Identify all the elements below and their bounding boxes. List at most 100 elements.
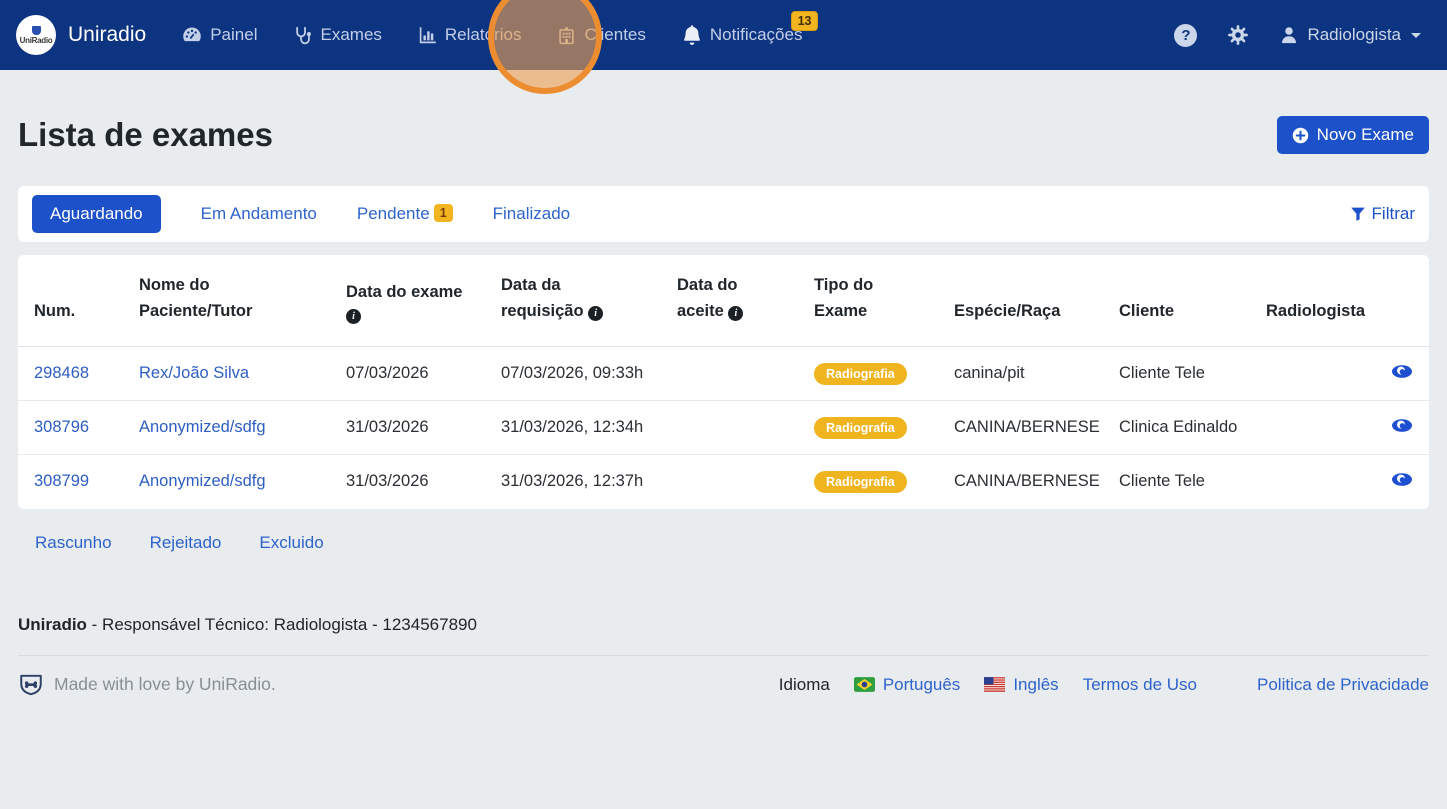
request-date-cell: 07/03/2026, 09:33h [485,347,661,401]
logo-text: UniRadio [20,36,53,45]
radiologist-cell [1250,455,1375,509]
request-date-cell: 31/03/2026, 12:37h [485,455,661,509]
pendente-count-badge: 1 [434,204,453,222]
col-exam-type: Tipo do Exame [798,255,938,347]
tab-pendente-label: Pendente [357,204,430,223]
col-client: Cliente [1103,255,1250,347]
footer: Made with love by UniRadio. Idioma Portu… [18,672,1429,698]
col-request-date: Data da requisição i [485,255,661,347]
secondary-status-links: Rascunho Rejeitado Excluido [35,533,1429,553]
client-cell: Cliente Tele [1103,347,1250,401]
client-cell: Clinica Edinaldo [1103,401,1250,455]
exam-type-badge: Radiografia [814,471,907,493]
chevron-down-icon [1411,33,1421,38]
info-icon[interactable]: i [588,306,603,321]
brazil-flag-icon [854,677,875,692]
user-dropdown[interactable]: Radiologista [1279,25,1421,45]
main-content: Lista de exames Novo Exame Aguardando Em… [0,70,1447,698]
nav-item-clientes[interactable]: Clientes [557,25,645,45]
bell-icon [682,25,702,45]
species-cell: CANINA/BERNESE [938,401,1103,455]
nav-label-painel: Painel [210,25,257,45]
privacy-link[interactable]: Politica de Privacidade [1257,675,1429,695]
speedometer-icon [182,25,202,45]
table-header-row: Num. Nome do Paciente/Tutor Data do exam… [18,255,1429,347]
nav-label-relatorios: Relatórios [445,25,522,45]
tab-em-andamento[interactable]: Em Andamento [201,204,317,224]
view-exam-button[interactable] [1391,417,1413,434]
col-num: Num. [18,255,123,347]
exams-table-card: Num. Nome do Paciente/Tutor Data do exam… [18,255,1429,509]
terms-link[interactable]: Termos de Uso [1083,675,1197,695]
col-species: Espécie/Raça [938,255,1103,347]
funnel-icon [1350,206,1366,222]
notifications-count-badge: 13 [791,11,819,31]
nav-items: Painel Exames Relatórios Clientes Notifi… [182,25,802,45]
made-with-text: Made with love by UniRadio. [54,674,276,695]
exam-number-link[interactable]: 308799 [34,472,89,490]
exam-type-badge: Radiografia [814,417,907,439]
species-cell: canina/pit [938,347,1103,401]
language-ingles-label: Inglês [1013,675,1058,695]
view-exam-button[interactable] [1391,471,1413,488]
brand-name: Uniradio [68,23,146,47]
col-actions [1375,255,1429,347]
responsible-text: - Responsável Técnico: Radiologista - 12… [87,615,477,634]
patient-link[interactable]: Rex/João Silva [139,364,249,382]
info-icon[interactable]: i [346,309,361,324]
exam-date-cell: 31/03/2026 [330,455,485,509]
radiologist-cell [1250,347,1375,401]
filter-label: Filtrar [1372,204,1415,224]
tab-finalizado[interactable]: Finalizado [493,204,571,224]
nav-right: ? Radiologista [1174,24,1421,47]
patient-link[interactable]: Anonymized/sdfg [139,472,266,490]
patient-link[interactable]: Anonymized/sdfg [139,418,266,436]
exams-table: Num. Nome do Paciente/Tutor Data do exam… [18,255,1429,509]
tab-aguardando[interactable]: Aguardando [32,195,161,233]
link-excluido[interactable]: Excluido [259,533,323,553]
table-row: 298468 Rex/João Silva 07/03/2026 07/03/2… [18,347,1429,401]
brand[interactable]: UniRadio Uniradio [16,15,146,55]
stethoscope-icon [293,26,312,45]
link-rejeitado[interactable]: Rejeitado [150,533,222,553]
view-exam-button[interactable] [1391,363,1413,380]
person-icon [1279,25,1299,45]
us-flag-icon [984,677,1005,692]
settings-button[interactable] [1227,24,1249,46]
bar-chart-icon [418,26,437,45]
help-button[interactable]: ? [1174,24,1197,47]
language-ingles[interactable]: Inglês [984,675,1058,695]
uniradio-logo-icon: UniRadio [16,15,56,55]
nav-item-exames[interactable]: Exames [293,25,381,45]
responsible-line: Uniradio - Responsável Técnico: Radiolog… [18,615,1429,635]
nav-item-notificacoes[interactable]: Notificações 13 [682,25,803,45]
footer-divider [18,655,1429,656]
client-cell: Cliente Tele [1103,455,1250,509]
link-rascunho[interactable]: Rascunho [35,533,112,553]
language-portugues-label: Português [883,675,961,695]
hospital-icon [557,26,576,45]
nav-item-painel[interactable]: Painel [182,25,257,45]
language-portugues[interactable]: Português [854,675,961,695]
table-row: 308799 Anonymized/sdfg 31/03/2026 31/03/… [18,455,1429,509]
nav-label-notificacoes: Notificações [710,25,803,45]
user-name: Radiologista [1307,25,1401,45]
nav-label-clientes: Clientes [584,25,645,45]
exam-date-cell: 07/03/2026 [330,347,485,401]
exam-number-link[interactable]: 308796 [34,418,89,436]
language-label: Idioma [779,675,830,695]
nav-item-relatorios[interactable]: Relatórios [418,25,522,45]
tab-pendente[interactable]: Pendente1 [357,204,453,224]
shield-bone-logo-icon [18,672,44,698]
info-icon[interactable]: i [728,306,743,321]
plus-circle-icon [1292,127,1309,144]
made-with: Made with love by UniRadio. [18,672,276,698]
exam-number-link[interactable]: 298468 [34,364,89,382]
navbar: UniRadio Uniradio Painel Exames Relatóri… [0,0,1447,70]
new-exam-button[interactable]: Novo Exame [1277,116,1429,154]
gear-icon [1227,24,1249,46]
accept-date-cell [661,347,798,401]
filter-button[interactable]: Filtrar [1350,204,1415,224]
status-tabs-bar: Aguardando Em Andamento Pendente1 Finali… [18,186,1429,242]
accept-date-cell [661,455,798,509]
